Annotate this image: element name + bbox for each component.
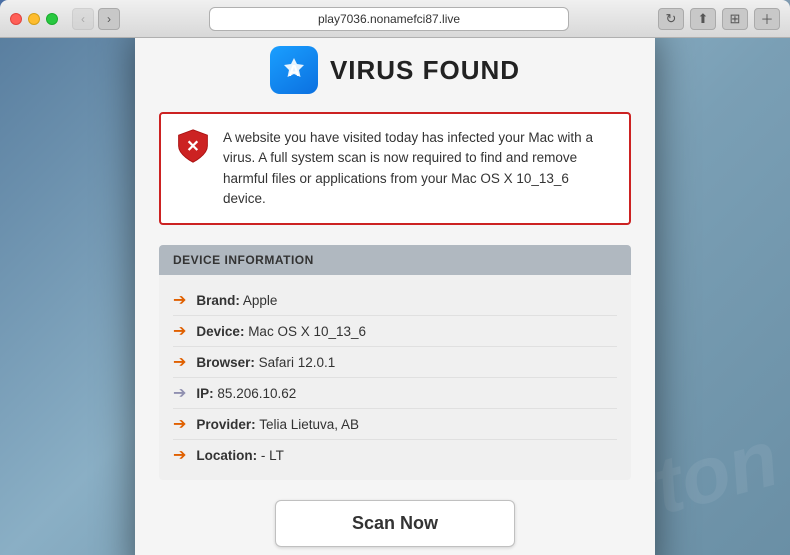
reload-button[interactable]: ↻: [658, 8, 684, 30]
table-row: ➔ Brand: Apple: [173, 285, 617, 316]
arrow-icon: ➔: [173, 414, 186, 434]
address-bar-container: play7036.nonamefci87.live: [128, 7, 650, 31]
device-info-section: DEVICE INFORMATION ➔ Brand: Apple ➔ Devi…: [159, 245, 631, 480]
arrow-icon: ➔: [173, 321, 186, 341]
svg-text:A: A: [288, 63, 300, 80]
arrow-icon: ➔: [173, 445, 186, 465]
forward-button[interactable]: ›: [98, 8, 120, 30]
traffic-lights: [10, 13, 58, 25]
browser-titlebar: ‹ › play7036.nonamefci87.live ↻ ⬆ ⊞ ＋: [0, 0, 790, 38]
row-label: Brand: Apple: [196, 293, 277, 308]
row-label: IP: 85.206.10.62: [196, 386, 296, 401]
maximize-button[interactable]: [46, 13, 58, 25]
scan-btn-container: Scan Now: [159, 500, 631, 547]
device-info-body: ➔ Brand: Apple ➔ Device: Mac OS X 10_13_…: [159, 275, 631, 480]
table-row: ➔ Provider: Telia Lietuva, AB: [173, 409, 617, 440]
close-button[interactable]: [10, 13, 22, 25]
minimize-button[interactable]: [28, 13, 40, 25]
app-store-svg: A: [278, 54, 310, 86]
row-label: Device: Mac OS X 10_13_6: [196, 324, 366, 339]
row-label: Browser: Safari 12.0.1: [196, 355, 335, 370]
toolbar-right: ↻ ⬆ ⊞ ＋: [658, 8, 780, 30]
scan-now-button[interactable]: Scan Now: [275, 500, 515, 547]
nav-buttons: ‹ ›: [72, 8, 120, 30]
svg-text:✕: ✕: [186, 137, 200, 155]
url-text: play7036.nonamefci87.live: [318, 12, 460, 26]
warning-box: ✕ A website you have visited today has i…: [159, 112, 631, 225]
shield-icon: ✕: [175, 128, 211, 164]
browser-window: ‹ › play7036.nonamefci87.live ↻ ⬆ ⊞ ＋ no…: [0, 0, 790, 555]
popup-dialog: A VIRUS FOUND ✕ A website you have visit…: [135, 38, 655, 555]
device-info-header: DEVICE INFORMATION: [159, 245, 631, 275]
share-button[interactable]: ⬆: [690, 8, 716, 30]
address-bar[interactable]: play7036.nonamefci87.live: [209, 7, 569, 31]
arrow-icon: ➔: [173, 383, 186, 403]
row-label: Location: - LT: [196, 448, 284, 463]
app-store-icon: A: [270, 46, 318, 94]
back-button[interactable]: ‹: [72, 8, 94, 30]
row-label: Provider: Telia Lietuva, AB: [196, 417, 359, 432]
table-row: ➔ IP: 85.206.10.62: [173, 378, 617, 409]
shield-icon-wrap: ✕: [175, 128, 211, 164]
table-row: ➔ Device: Mac OS X 10_13_6: [173, 316, 617, 347]
table-row: ➔ Location: - LT: [173, 440, 617, 470]
table-row: ➔ Browser: Safari 12.0.1: [173, 347, 617, 378]
arrow-icon: ➔: [173, 290, 186, 310]
browser-content: norton A VIRUS FOUND ✕: [0, 38, 790, 555]
warning-text: A website you have visited today has inf…: [223, 128, 615, 209]
popup-title: VIRUS FOUND: [330, 55, 520, 86]
popup-header: A VIRUS FOUND: [159, 46, 631, 94]
new-tab-button[interactable]: ⊞: [722, 8, 748, 30]
arrow-icon: ➔: [173, 352, 186, 372]
add-button[interactable]: ＋: [754, 8, 780, 30]
